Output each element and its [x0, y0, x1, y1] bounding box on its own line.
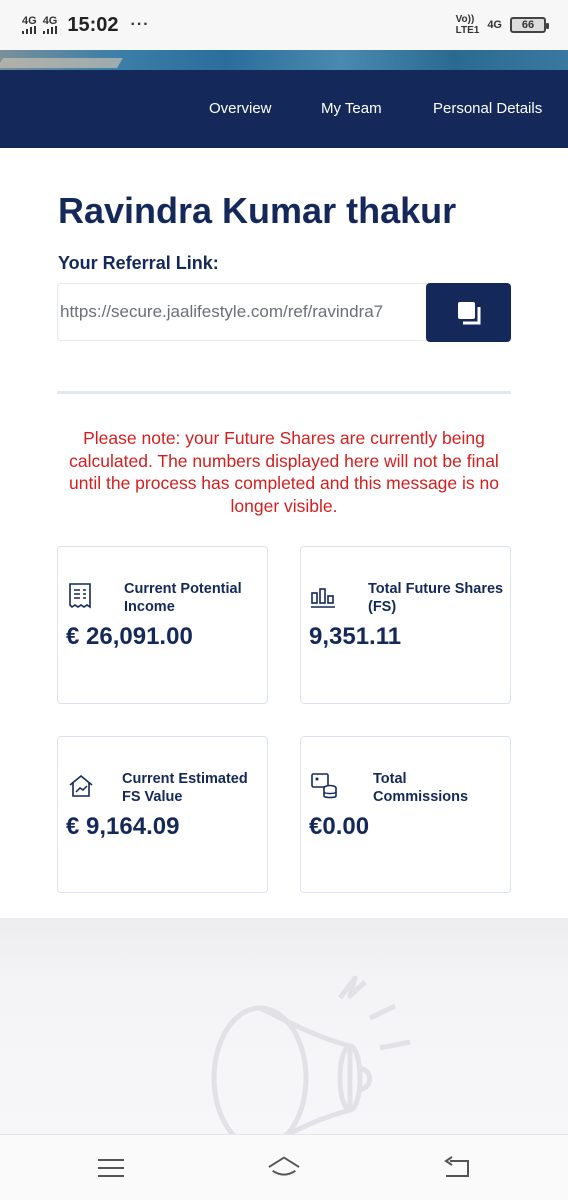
recent-apps-button[interactable]: [94, 1153, 128, 1183]
referral-link-input[interactable]: [57, 283, 429, 341]
network-right: 4G: [487, 19, 502, 31]
nav-personal-details[interactable]: Personal Details: [433, 100, 542, 117]
card-total-commissions: Total Commissions €0.00: [300, 736, 511, 893]
network-type: 4G: [42, 15, 58, 27]
lte-label: LTE1: [455, 25, 480, 36]
signal-indicator-2: 4G: [42, 15, 58, 34]
section-divider: [57, 391, 511, 394]
copy-icon: [457, 301, 480, 324]
copy-link-button[interactable]: [426, 283, 511, 342]
hero-banner: [0, 50, 568, 70]
status-bar: 4G 4G 15:02 ··· Vo)) LTE1 4G 66: [0, 0, 568, 50]
volte-indicator: Vo)) LTE1: [456, 14, 480, 36]
home-button[interactable]: [267, 1153, 301, 1183]
card-current-potential-income: Current Potential Income € 26,091.00: [57, 546, 268, 704]
bar-chart-icon: [311, 588, 335, 608]
back-button[interactable]: [440, 1153, 474, 1183]
card-value: €0.00: [309, 813, 370, 840]
megaphone-icon: [211, 975, 411, 1134]
signal-indicator-1: 4G: [22, 16, 37, 34]
card-label: Total Commissions: [373, 771, 469, 805]
house-chart-icon: [69, 774, 93, 797]
card-current-estimated-fs-value: Current Estimated FS Value € 9,164.09: [57, 736, 268, 893]
card-label: Current Estimated FS Value: [122, 771, 248, 805]
card-value: € 9,164.09: [66, 813, 180, 840]
battery-level: 66: [521, 19, 535, 31]
nav-overview[interactable]: Overview: [209, 100, 272, 117]
card-value: 9,351.11: [309, 623, 402, 650]
card-label: Current Potential Income: [124, 581, 242, 615]
clock: 15:02: [67, 13, 119, 36]
user-name: Ravindra Kumar thakur: [58, 190, 457, 231]
receipt-icon: [69, 583, 91, 609]
card-label: Total Future Shares (FS): [368, 581, 504, 615]
referral-link-label: Your Referral Link:: [58, 253, 219, 273]
more-notifications-icon: ···: [130, 16, 150, 33]
battery-icon: 66: [510, 17, 549, 33]
android-navigation-bar: [0, 1134, 568, 1200]
network-type: 4G: [22, 15, 37, 27]
nav-my-team[interactable]: My Team: [321, 100, 382, 117]
back-icon: [444, 1156, 469, 1177]
card-value: € 26,091.00: [66, 623, 193, 650]
volte-label: Vo)): [455, 14, 475, 25]
promo-section: [0, 918, 568, 1134]
future-shares-notice: Please note: your Future Shares are curr…: [69, 428, 499, 516]
card-total-future-shares: Total Future Shares (FS) 9,351.11: [300, 546, 511, 704]
home-icon: [268, 1156, 300, 1176]
menu-icon: [98, 1159, 124, 1177]
coins-icon: [311, 773, 337, 799]
top-navigation: Overview My Team Personal Details: [0, 70, 568, 148]
